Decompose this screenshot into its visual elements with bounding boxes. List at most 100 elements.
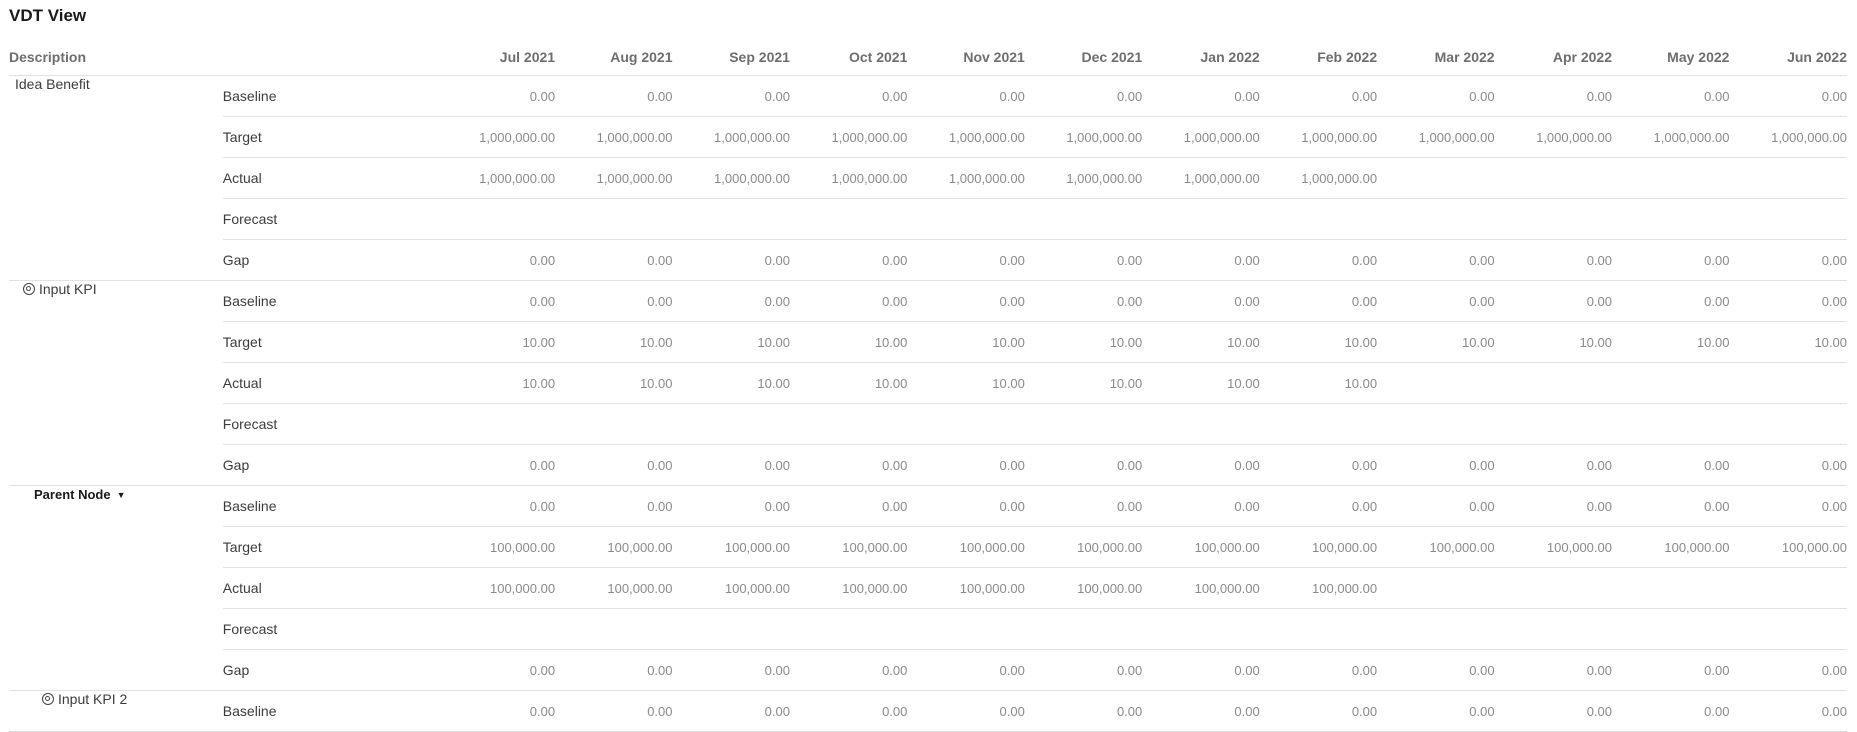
value-cell[interactable]: 0.00 <box>1612 690 1730 732</box>
value-cell[interactable]: 0.00 <box>1259 444 1378 486</box>
value-cell[interactable]: 0.00 <box>1612 444 1730 486</box>
value-cell[interactable]: 0.00 <box>1612 239 1730 281</box>
value-cell[interactable]: 10.00 <box>1024 321 1143 363</box>
value-cell[interactable] <box>907 198 1025 240</box>
value-cell[interactable]: 100,000.00 <box>1494 526 1612 568</box>
value-cell[interactable]: 1,000,000.00 <box>1729 116 1847 158</box>
value-cell[interactable]: 0.00 <box>672 239 790 281</box>
value-cell[interactable]: 0.00 <box>555 75 673 117</box>
value-cell[interactable] <box>1024 403 1143 445</box>
value-cell[interactable] <box>789 403 908 445</box>
value-cell[interactable] <box>1142 403 1260 445</box>
value-cell[interactable] <box>1377 362 1495 404</box>
value-cell[interactable]: 1,000,000.00 <box>1142 157 1260 199</box>
value-cell[interactable]: 0.00 <box>437 280 556 322</box>
value-cell[interactable] <box>1494 157 1612 199</box>
value-cell[interactable] <box>437 608 556 650</box>
value-cell[interactable]: 0.00 <box>1259 690 1378 732</box>
value-cell[interactable] <box>907 403 1025 445</box>
value-cell[interactable] <box>1494 608 1612 650</box>
value-cell[interactable]: 0.00 <box>1494 649 1612 691</box>
value-cell[interactable]: 100,000.00 <box>437 567 556 609</box>
value-cell[interactable]: 0.00 <box>1494 485 1612 527</box>
value-cell[interactable]: 0.00 <box>672 280 790 322</box>
value-cell[interactable]: 0.00 <box>789 239 908 281</box>
value-cell[interactable]: 0.00 <box>1377 485 1495 527</box>
value-cell[interactable]: 1,000,000.00 <box>1377 116 1495 158</box>
value-cell[interactable]: 100,000.00 <box>1612 526 1730 568</box>
value-cell[interactable]: 1,000,000.00 <box>789 157 908 199</box>
value-cell[interactable]: 0.00 <box>1024 485 1143 527</box>
value-cell[interactable]: 100,000.00 <box>672 526 790 568</box>
value-cell[interactable]: 10.00 <box>1494 321 1612 363</box>
month-header[interactable]: Jul 2021 <box>437 39 556 76</box>
value-cell[interactable]: 100,000.00 <box>1142 567 1260 609</box>
value-cell[interactable]: 0.00 <box>437 444 556 486</box>
value-cell[interactable] <box>1142 608 1260 650</box>
value-cell[interactable]: 0.00 <box>907 280 1025 322</box>
value-cell[interactable]: 10.00 <box>555 321 673 363</box>
value-cell[interactable]: 1,000,000.00 <box>789 116 908 158</box>
value-cell[interactable]: 0.00 <box>555 690 673 732</box>
value-cell[interactable]: 10.00 <box>672 362 790 404</box>
value-cell[interactable] <box>437 403 556 445</box>
value-cell[interactable]: 0.00 <box>1729 239 1847 281</box>
value-cell[interactable] <box>1612 403 1730 445</box>
value-cell[interactable]: 0.00 <box>1259 239 1378 281</box>
value-cell[interactable] <box>1024 198 1143 240</box>
value-cell[interactable]: 0.00 <box>672 444 790 486</box>
value-cell[interactable] <box>1377 198 1495 240</box>
value-cell[interactable] <box>1377 608 1495 650</box>
month-header[interactable]: Aug 2021 <box>555 39 673 76</box>
value-cell[interactable]: 100,000.00 <box>1377 526 1495 568</box>
value-cell[interactable]: 10.00 <box>672 321 790 363</box>
value-cell[interactable]: 0.00 <box>672 690 790 732</box>
value-cell[interactable]: 10.00 <box>1729 321 1847 363</box>
value-cell[interactable]: 0.00 <box>437 485 556 527</box>
value-cell[interactable]: 0.00 <box>1494 690 1612 732</box>
value-cell[interactable] <box>1729 362 1847 404</box>
value-cell[interactable]: 0.00 <box>1494 280 1612 322</box>
value-cell[interactable]: 0.00 <box>672 649 790 691</box>
value-cell[interactable]: 100,000.00 <box>437 526 556 568</box>
value-cell[interactable]: 10.00 <box>1377 321 1495 363</box>
month-header[interactable]: Jan 2022 <box>1142 39 1260 76</box>
month-header[interactable]: Apr 2022 <box>1494 39 1612 76</box>
value-cell[interactable]: 0.00 <box>1729 649 1847 691</box>
value-cell[interactable]: 0.00 <box>1377 75 1495 117</box>
value-cell[interactable]: 0.00 <box>1142 75 1260 117</box>
value-cell[interactable]: 0.00 <box>1612 485 1730 527</box>
value-cell[interactable]: 100,000.00 <box>555 526 673 568</box>
month-header[interactable]: Oct 2021 <box>789 39 908 76</box>
value-cell[interactable]: 0.00 <box>1142 239 1260 281</box>
value-cell[interactable]: 0.00 <box>1377 444 1495 486</box>
value-cell[interactable]: 10.00 <box>555 362 673 404</box>
value-cell[interactable]: 0.00 <box>789 690 908 732</box>
value-cell[interactable] <box>1494 403 1612 445</box>
value-cell[interactable]: 0.00 <box>1729 75 1847 117</box>
month-header[interactable]: May 2022 <box>1612 39 1730 76</box>
value-cell[interactable] <box>789 198 908 240</box>
value-cell[interactable]: 0.00 <box>1612 280 1730 322</box>
value-cell[interactable]: 100,000.00 <box>907 567 1025 609</box>
value-cell[interactable] <box>555 403 673 445</box>
value-cell[interactable]: 0.00 <box>555 239 673 281</box>
value-cell[interactable]: 1,000,000.00 <box>1024 157 1143 199</box>
value-cell[interactable]: 10.00 <box>907 321 1025 363</box>
value-cell[interactable]: 10.00 <box>1024 362 1143 404</box>
month-header[interactable]: Dec 2021 <box>1024 39 1143 76</box>
value-cell[interactable]: 0.00 <box>1024 649 1143 691</box>
value-cell[interactable] <box>907 608 1025 650</box>
value-cell[interactable] <box>1729 567 1847 609</box>
month-header[interactable]: Mar 2022 <box>1377 39 1495 76</box>
value-cell[interactable] <box>1024 608 1143 650</box>
value-cell[interactable] <box>789 608 908 650</box>
value-cell[interactable]: 0.00 <box>1377 239 1495 281</box>
value-cell[interactable]: 0.00 <box>789 75 908 117</box>
value-cell[interactable]: 0.00 <box>1259 649 1378 691</box>
value-cell[interactable]: 0.00 <box>1494 444 1612 486</box>
value-cell[interactable] <box>1729 198 1847 240</box>
value-cell[interactable]: 0.00 <box>1729 485 1847 527</box>
value-cell[interactable]: 0.00 <box>437 239 556 281</box>
value-cell[interactable]: 1,000,000.00 <box>437 157 556 199</box>
